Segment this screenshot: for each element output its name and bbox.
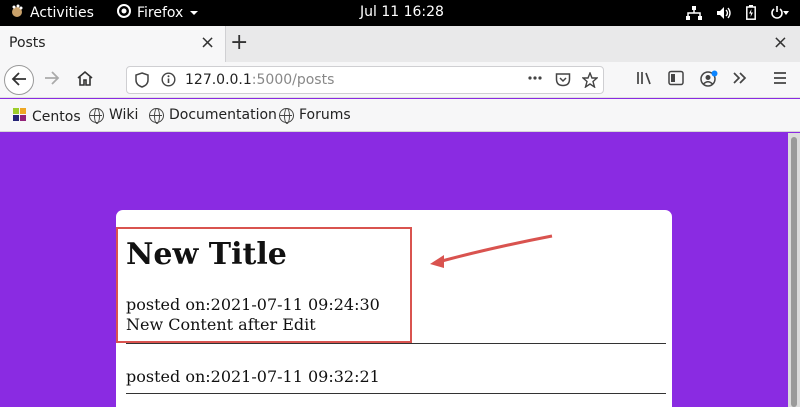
bookmark-forums[interactable]: Forums [279, 107, 351, 124]
info-icon[interactable] [161, 72, 176, 91]
post-divider [126, 343, 666, 344]
bookmark-label: Forums [299, 107, 351, 123]
clock[interactable]: Jul 11 16:28 [360, 4, 444, 20]
forward-icon[interactable] [44, 70, 60, 89]
system-top-bar: Activities Firefox Jul 11 16:28 [0, 0, 800, 26]
bookmark-label: Wiki [109, 107, 139, 123]
vertical-scrollbar[interactable] [788, 133, 800, 407]
account-icon[interactable] [700, 70, 718, 92]
close-icon[interactable]: × [200, 33, 215, 53]
power-icon[interactable] [770, 5, 790, 24]
star-icon[interactable] [581, 71, 599, 92]
highlight-box [116, 227, 412, 343]
globe-icon [149, 107, 164, 124]
bookmark-label: Centos [32, 108, 81, 125]
system-tray[interactable] [686, 5, 790, 24]
new-tab-button[interactable]: + [230, 29, 248, 57]
tab-title: Posts [9, 35, 46, 51]
globe-icon [279, 107, 294, 124]
menu-icon[interactable] [772, 70, 788, 89]
shield-icon[interactable] [135, 72, 149, 92]
navigation-toolbar: 127.0.0.1:5000/posts [0, 62, 800, 98]
post-item: posted on:2021-07-11 09:32:21 [126, 367, 666, 387]
bookmark-centos[interactable]: Centos [12, 107, 81, 126]
chevron-down-icon [189, 5, 199, 21]
scrollbar-thumb[interactable] [791, 137, 797, 407]
post-timestamp: posted on:2021-07-11 09:32:21 [126, 367, 380, 386]
window-close-button[interactable]: × [773, 32, 788, 53]
back-icon [11, 70, 27, 91]
globe-icon [89, 107, 104, 124]
screen: Activities Firefox Jul 11 16:28 Posts × … [0, 0, 800, 407]
sidebar-icon[interactable] [668, 70, 684, 90]
activities-label: Activities [30, 5, 94, 21]
url-text[interactable]: 127.0.0.1:5000/posts [185, 72, 334, 88]
home-icon[interactable] [76, 70, 94, 90]
library-icon[interactable] [636, 70, 654, 90]
app-name: Firefox [137, 5, 184, 21]
volume-icon[interactable] [716, 6, 732, 24]
centos-icon [12, 107, 27, 126]
back-button[interactable] [4, 65, 34, 95]
arrow-annotation [430, 234, 553, 268]
battery-icon[interactable] [746, 5, 756, 24]
app-menu-button[interactable]: Firefox [117, 4, 199, 22]
tab-strip: Posts × + × [0, 26, 800, 62]
tab-posts[interactable]: Posts × [0, 26, 226, 62]
bookmark-label: Documentation [169, 107, 277, 123]
address-bar[interactable]: 127.0.0.1:5000/posts [126, 66, 604, 94]
network-icon[interactable] [686, 5, 702, 24]
overflow-icon[interactable] [732, 70, 748, 89]
gnome-foot-icon [10, 4, 24, 22]
pocket-icon[interactable] [555, 72, 571, 91]
post-divider [126, 393, 666, 394]
url-path: :5000/posts [251, 72, 335, 88]
bookmark-wiki[interactable]: Wiki [89, 107, 139, 124]
bookmarks-toolbar: Centos Wiki Documentation Forums [0, 99, 800, 132]
more-icon[interactable] [527, 70, 543, 90]
url-host: 127.0.0.1 [185, 72, 252, 88]
firefox-icon [117, 4, 131, 22]
bookmark-documentation[interactable]: Documentation [149, 107, 277, 124]
activities-button[interactable]: Activities [10, 4, 94, 22]
